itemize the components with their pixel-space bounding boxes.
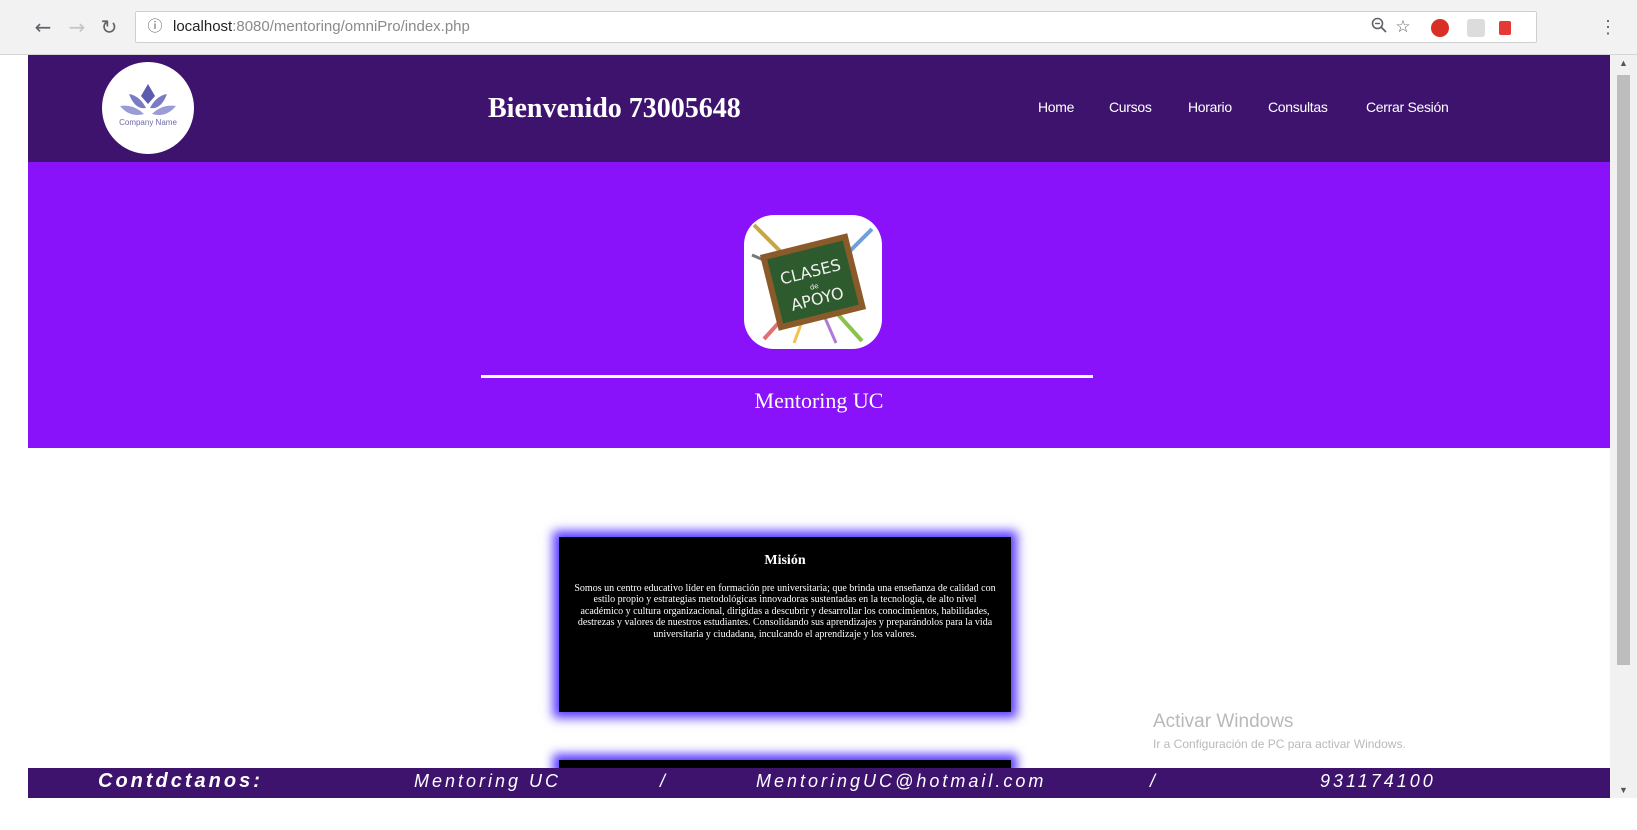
extension-red-icon[interactable] <box>1499 21 1511 35</box>
nav-cerrar-sesion[interactable]: Cerrar Sesión <box>1366 99 1449 115</box>
scroll-up-icon[interactable]: ▲ <box>1610 55 1637 71</box>
footer-email[interactable]: MentoringUC@hotmail.com <box>756 771 1046 792</box>
hero-divider <box>481 375 1093 378</box>
zoom-icon[interactable] <box>1368 16 1390 38</box>
address-bar[interactable]: ⓘ localhost:8080/mentoring/omniPro/index… <box>135 11 1537 43</box>
browser-toolbar: ← → ↻ ⓘ localhost:8080/mentoring/omniPro… <box>0 0 1637 55</box>
hero-banner: CLASES de APOYO Mentoring UC <box>28 162 1610 448</box>
site-header: Company Name Bienvenido 73005648 Home Cu… <box>28 55 1610 162</box>
footer-phone: 931174100 <box>1320 771 1436 791</box>
site-footer: Contdctanos: Mentoring UC / MentoringUC@… <box>28 768 1610 798</box>
back-icon[interactable]: ← <box>32 16 54 38</box>
footer-separator-1: / <box>660 771 669 791</box>
url-text[interactable]: localhost:8080/mentoring/omniPro/index.p… <box>173 18 470 35</box>
nav-consultas[interactable]: Consultas <box>1268 99 1328 115</box>
chalkboard-icon: CLASES de APOYO <box>751 223 874 344</box>
nav-home[interactable]: Home <box>1038 99 1074 115</box>
watermark-line-2: Ir a Configuración de PC para activar Wi… <box>1153 737 1406 751</box>
nav-horario[interactable]: Horario <box>1188 99 1232 115</box>
scroll-down-icon[interactable]: ▼ <box>1610 782 1637 798</box>
info-icon[interactable]: ⓘ <box>146 17 164 35</box>
logo-text: Company Name <box>119 118 177 127</box>
clases-de-apoyo-image: CLASES de APOYO <box>744 215 882 349</box>
footer-separator-2: / <box>1150 771 1159 791</box>
extension-gray-icon[interactable] <box>1467 19 1485 37</box>
url-path: :8080/mentoring/omniPro/index.php <box>232 18 470 35</box>
windows-activation-watermark: Activar Windows Ir a Configuración de PC… <box>1153 711 1406 751</box>
reload-icon[interactable]: ↻ <box>98 16 120 38</box>
mision-text: Somos un centro educativo líder en forma… <box>574 583 996 640</box>
star-icon[interactable]: ☆ <box>1392 16 1414 38</box>
watermark-line-1: Activar Windows <box>1153 711 1294 732</box>
nav-cursos[interactable]: Cursos <box>1109 99 1152 115</box>
footer-contact-label: Contdctanos: <box>98 770 263 792</box>
hero-title: Mentoring UC <box>754 388 884 413</box>
more-vert-icon[interactable]: ⋮ <box>1599 15 1617 39</box>
page-scrollbar[interactable]: ▲ ▼ <box>1610 55 1637 798</box>
scroll-thumb[interactable] <box>1617 75 1630 665</box>
extension-adblock-icon[interactable] <box>1431 19 1449 37</box>
main-nav: Home Cursos Horario Consultas Cerrar Ses… <box>28 99 1610 119</box>
below-viewport <box>0 798 1637 830</box>
url-host: localhost <box>173 18 233 35</box>
mision-title: Misión <box>764 553 806 568</box>
forward-icon[interactable]: → <box>66 16 88 38</box>
footer-name: Mentoring UC <box>414 771 562 791</box>
mision-card: Misión Somos un centro educativo líder e… <box>559 537 1011 712</box>
